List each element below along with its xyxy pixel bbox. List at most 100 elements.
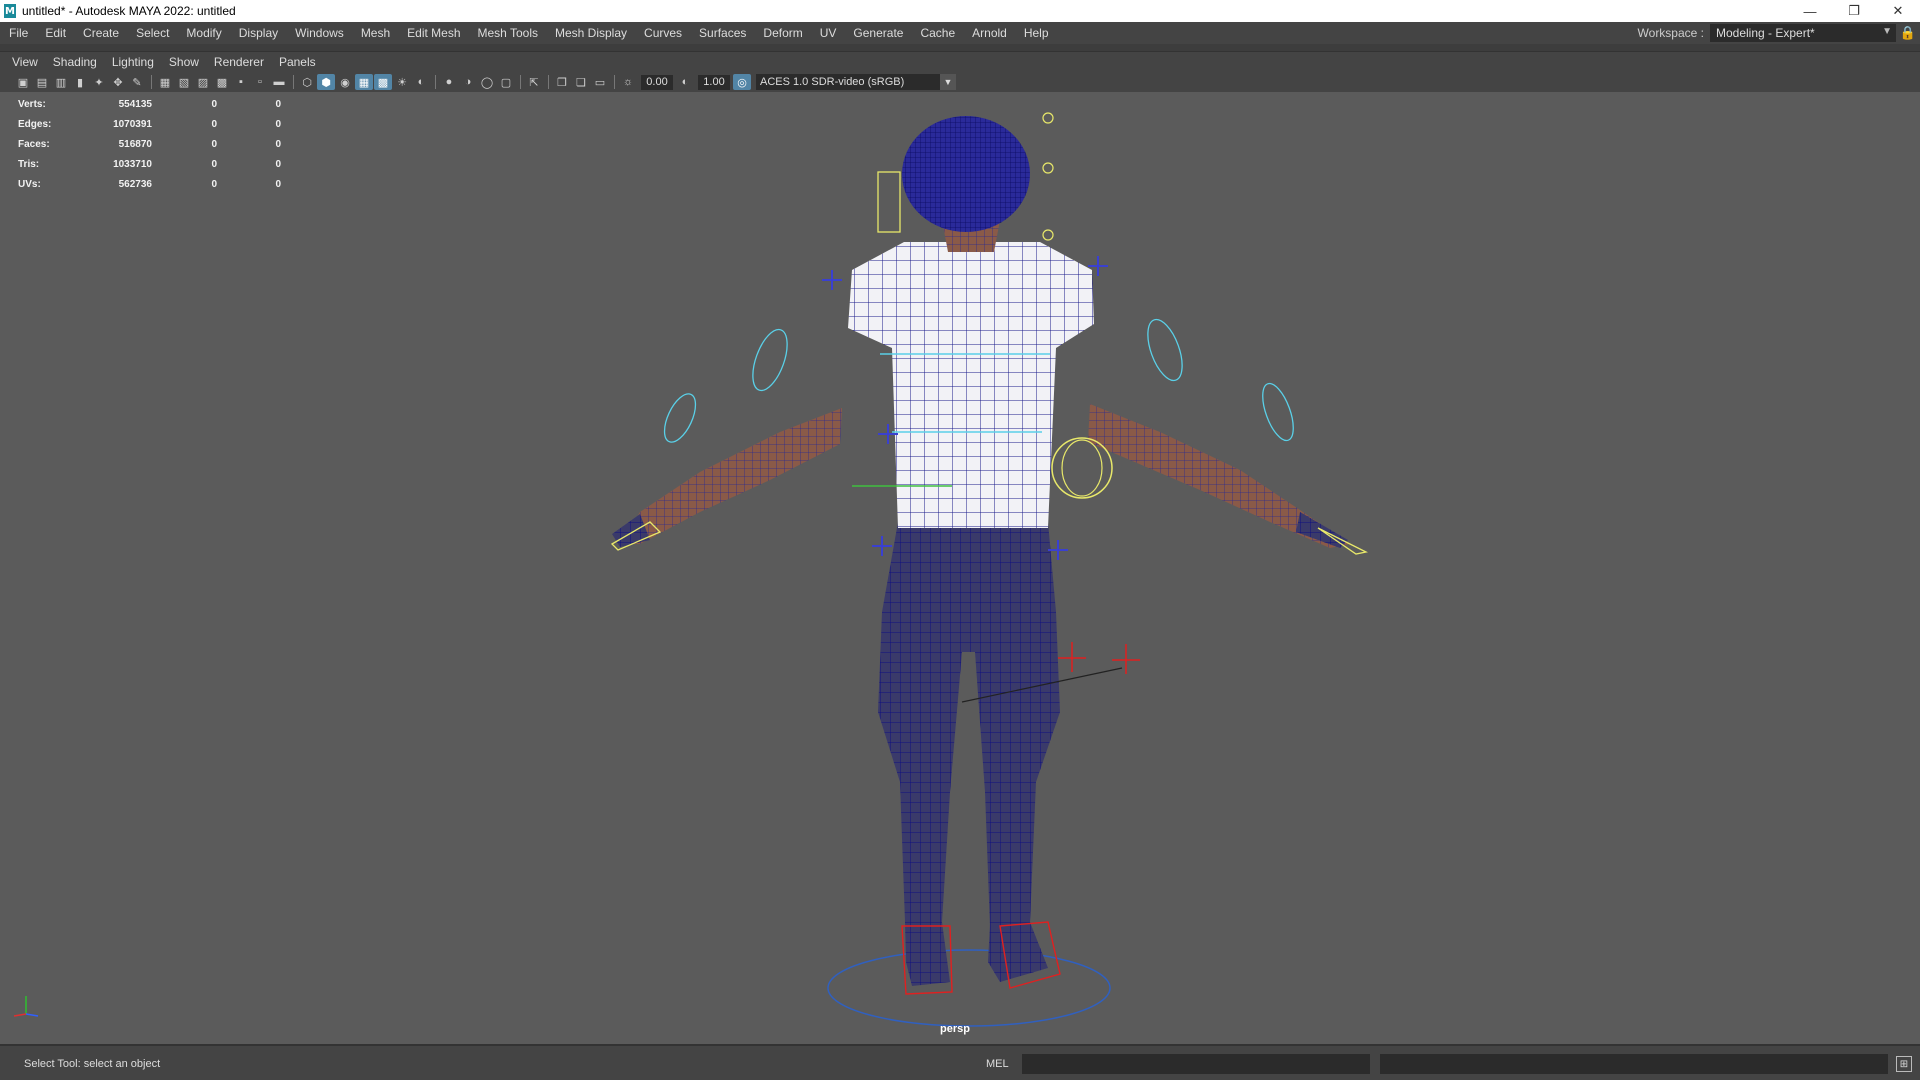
isolate-select-icon[interactable]: ⇱ [525,74,543,90]
shoulder-l-control[interactable] [746,325,794,395]
menu-deform[interactable]: Deform [754,22,810,44]
lock-icon[interactable]: 🔒 [1896,25,1920,41]
ik-target-controls[interactable] [1058,642,1140,674]
toolbar-separator [520,75,521,89]
axis-gizmo-icon [13,996,39,1017]
wrist-l-control[interactable] [658,389,702,446]
menu-modify[interactable]: Modify [177,22,229,44]
command-line-input[interactable] [1022,1054,1370,1074]
restore-icon[interactable]: ❐ [1832,0,1876,22]
script-editor-icon[interactable]: ⊞ [1896,1056,1912,1072]
exposure-field[interactable]: 0.00 [641,74,673,90]
xray-active-components-icon[interactable]: ▭ [591,74,609,90]
image-plane-icon[interactable]: ✦ [90,74,108,90]
menu-surfaces[interactable]: Surfaces [690,22,754,44]
menu-mesh[interactable]: Mesh [352,22,398,44]
command-language-toggle[interactable]: MEL [960,1058,1009,1070]
use-all-lights-icon[interactable]: ☀ [393,74,411,90]
pants-mesh[interactable] [878,522,1060,927]
color-management-dropdown[interactable]: ACES 1.0 SDR-video (sRGB) ▼ [756,74,956,90]
hud-row-verts: Verts: 554135 0 0 [18,94,281,114]
menu-create[interactable]: Create [74,22,127,44]
menu-mesh-tools[interactable]: Mesh Tools [469,22,546,44]
screen-space-ao-icon[interactable]: ● [440,74,458,90]
workspace-dropdown[interactable]: Modeling - Expert* ▼ [1710,24,1896,42]
panel-menu-renderer[interactable]: Renderer [208,55,273,69]
grid-icon[interactable]: ▦ [156,74,174,90]
command-result-field [1380,1054,1888,1074]
menu-uv[interactable]: UV [811,22,845,44]
right-shoe-mesh[interactable] [988,922,1048,982]
panel-menu-show[interactable]: Show [163,55,208,69]
panel-menu-lighting[interactable]: Lighting [106,55,163,69]
shoulder-r-control[interactable] [1141,315,1189,385]
gamma-field[interactable]: 1.00 [698,74,730,90]
field-chart-icon[interactable]: ▪ [232,74,250,90]
head-control-a[interactable] [1042,112,1054,124]
close-icon[interactable]: ✕ [1876,0,1920,22]
film-gate-icon[interactable]: ▧ [175,74,193,90]
hud-label: Tris: [18,158,40,170]
anti-aliasing-icon[interactable]: ◯ [478,74,496,90]
workspace-label: Workspace : [1637,26,1704,40]
motion-blur-icon[interactable]: ◑ [459,74,477,90]
menu-edit-mesh[interactable]: Edit Mesh [398,22,468,44]
scene-view[interactable] [0,92,1920,1044]
camera-select-icon[interactable]: ▣ [14,74,32,90]
menu-display[interactable]: Display [230,22,286,44]
toolbar-separator [151,75,152,89]
menu-select[interactable]: Select [127,22,177,44]
minimize-icon[interactable]: — [1788,0,1832,22]
cog-control[interactable] [1051,437,1113,499]
wrist-r-control[interactable] [1256,380,1299,445]
menu-arnold[interactable]: Arnold [963,22,1015,44]
color-management-icon[interactable]: ◎ [733,74,751,90]
camera-lock-icon[interactable]: ▤ [33,74,51,90]
wireframe-icon[interactable]: ⬡ [298,74,316,90]
left-shoe-mesh[interactable] [905,922,950,986]
gate-mask-icon[interactable]: ▩ [213,74,231,90]
depth-of-field-icon[interactable]: ▢ [497,74,515,90]
hud-value: 1070391 [113,118,152,130]
neck-control[interactable] [1042,229,1054,241]
menu-mesh-display[interactable]: Mesh Display [546,22,635,44]
safe-title-icon[interactable]: ▬ [270,74,288,90]
menu-edit[interactable]: Edit [36,22,74,44]
resolution-gate-icon[interactable]: ▨ [194,74,212,90]
shadows-icon[interactable]: ◐ [412,74,430,90]
hud-uv-shell: 0 [275,178,281,190]
smooth-shade-icon[interactable]: ⬢ [317,74,335,90]
facial-control-panel[interactable] [877,171,901,233]
viewport-3d[interactable]: Verts: 554135 0 0 Edges: 1070391 0 0 Fac… [0,92,1920,1044]
color-management-value: ACES 1.0 SDR-video (sRGB) [760,76,905,88]
two-d-pan-zoom-icon[interactable]: ✥ [109,74,127,90]
menu-file[interactable]: File [0,22,36,44]
head-control-b[interactable] [1042,162,1054,174]
gamma-icon[interactable]: ◐ [676,74,694,90]
grease-pencil-icon[interactable]: ✎ [128,74,146,90]
ground-control-circle[interactable] [827,949,1111,1027]
camera-name-label: persp [940,1023,970,1035]
panel-menu-shading[interactable]: Shading [47,55,106,69]
menu-curves[interactable]: Curves [635,22,690,44]
hair-mesh[interactable] [902,116,1030,232]
menu-windows[interactable]: Windows [286,22,352,44]
hud-selected: 0 [211,118,217,130]
exposure-icon[interactable]: ☼ [619,74,637,90]
wireframe-on-shaded-icon[interactable]: ▦ [355,74,373,90]
cog-inner-control[interactable] [1061,439,1103,497]
menu-generate[interactable]: Generate [844,22,911,44]
bookmark-icon[interactable]: ▮ [71,74,89,90]
help-text: Select Tool: select an object [24,1058,161,1070]
default-material-icon[interactable]: ◉ [336,74,354,90]
xray-icon[interactable]: ❐ [553,74,571,90]
menu-cache[interactable]: Cache [911,22,963,44]
panel-menu-panels[interactable]: Panels [273,55,325,69]
left-arm-mesh[interactable] [620,408,842,544]
textured-icon[interactable]: ▩ [374,74,392,90]
menu-help[interactable]: Help [1015,22,1057,44]
safe-action-icon[interactable]: ▫ [251,74,269,90]
panel-menu-view[interactable]: View [6,55,47,69]
xray-joints-icon[interactable]: ❏ [572,74,590,90]
camera-attributes-icon[interactable]: ▥ [52,74,70,90]
